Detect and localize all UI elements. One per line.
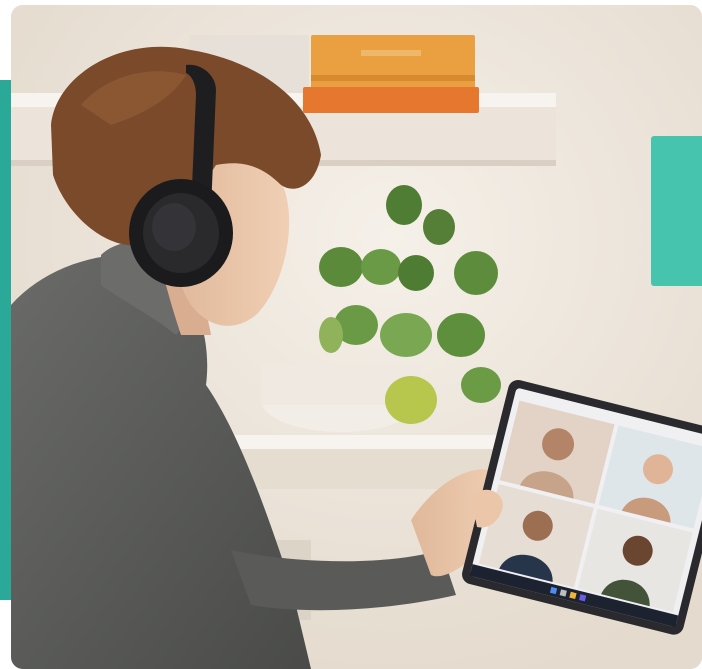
hero-photo (11, 5, 702, 669)
photo-illustration (11, 5, 702, 669)
teal-accent-block-right (651, 136, 702, 286)
hero-image-stage (0, 0, 702, 669)
